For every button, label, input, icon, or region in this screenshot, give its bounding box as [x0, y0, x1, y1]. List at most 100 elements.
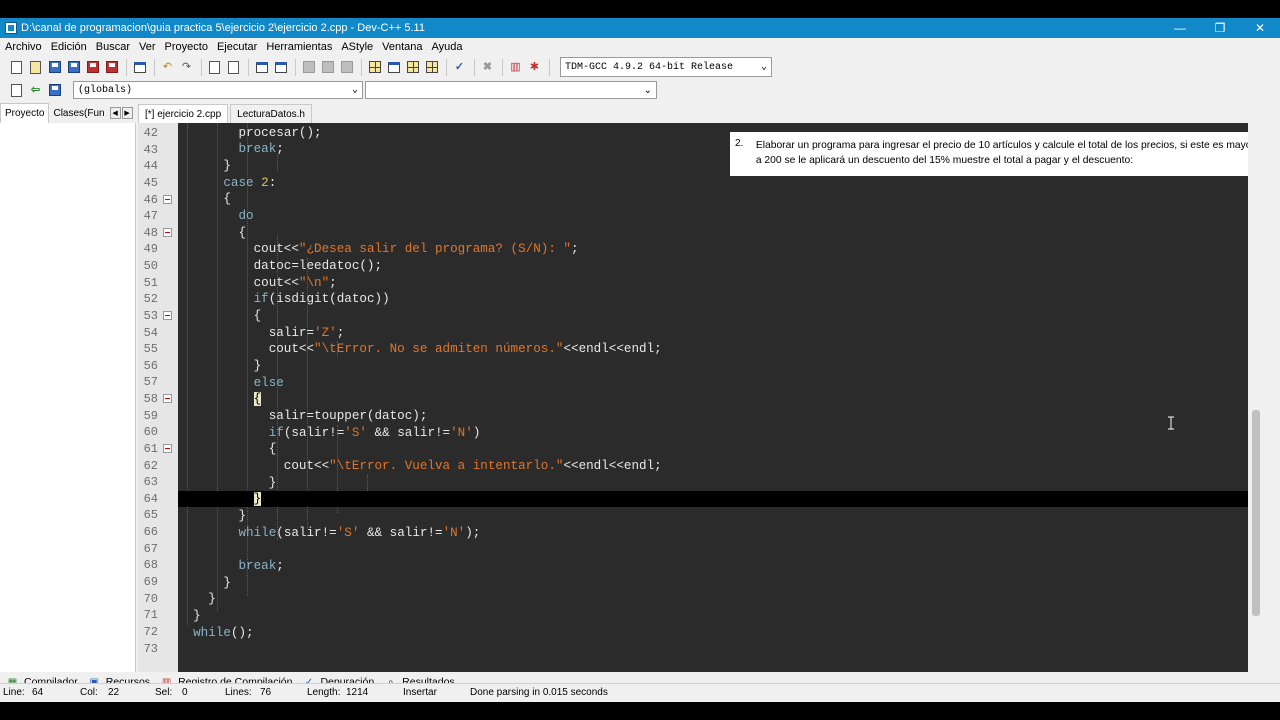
status-lines-label: Lines:	[225, 687, 252, 698]
title-bar: D:\canal de programacion\guia practica 5…	[0, 18, 1280, 38]
toolbar-separator	[295, 58, 296, 76]
compiler-select[interactable]: TDM-GCC 4.9.2 64-bit Release ⌄	[560, 57, 772, 77]
line-number: 49	[143, 242, 158, 257]
code-token: 'S'	[336, 526, 360, 540]
open-button[interactable]	[27, 59, 44, 76]
scrollbar-thumb[interactable]	[1252, 410, 1260, 616]
line-number: 57	[143, 375, 158, 390]
tab-lecturadatos-h[interactable]: LecturaDatos.h	[230, 104, 312, 123]
menu-ayuda[interactable]: Ayuda	[427, 41, 467, 53]
close-all-button[interactable]	[103, 59, 120, 76]
goto-button[interactable]: ⇦	[27, 82, 44, 99]
toggle-comment-button[interactable]	[338, 59, 355, 76]
compile-run-button[interactable]	[404, 59, 421, 76]
save-all-button[interactable]	[65, 59, 82, 76]
check-icon: ✓	[454, 60, 465, 73]
chart-icon: ▥	[510, 60, 521, 73]
redo-button[interactable]: ↷	[178, 59, 195, 76]
scope-select[interactable]: (globals) ⌄	[73, 81, 363, 99]
toggle-bookmark-button[interactable]	[272, 59, 289, 76]
tab-scroll-left-icon[interactable]: ◀	[109, 107, 121, 119]
toolbar-separator	[248, 58, 249, 76]
line-number: 43	[143, 142, 158, 157]
fold-collapse-icon[interactable]	[163, 310, 172, 320]
print-icon	[133, 61, 146, 73]
menu-ventana[interactable]: Ventana	[377, 41, 426, 53]
code-token: if	[268, 426, 284, 440]
status-sel-label: Sel:	[155, 687, 173, 698]
devcpp-window: D:\canal de programacion\guia practica 5…	[0, 18, 1280, 702]
function-select[interactable]: ⌄	[365, 81, 657, 99]
menu-herramientas[interactable]: Herramientas	[261, 41, 336, 53]
tab-clases[interactable]: Clases(Fun	[49, 103, 108, 123]
code-token: "\tError. Vuelva a intentarlo."	[329, 459, 564, 473]
compiler-select-value: TDM-GCC 4.9.2 64-bit Release	[565, 61, 734, 73]
indent-button[interactable]	[300, 59, 317, 76]
bookmark-list-icon	[48, 84, 61, 96]
code-area[interactable]: procesar(); break; } case 2: { do { cout…	[178, 123, 1264, 672]
bookmark-button[interactable]	[46, 82, 63, 99]
menu-proyecto[interactable]: Proyecto	[160, 41, 212, 53]
code-token: while	[193, 626, 231, 640]
rebuild-button[interactable]	[423, 59, 440, 76]
fold-collapse-icon[interactable]	[163, 227, 172, 237]
fold-collapse-icon[interactable]	[163, 194, 172, 204]
close-button[interactable]: ✕	[1240, 18, 1280, 38]
line-number: 69	[143, 575, 158, 589]
rebuild-icon	[425, 61, 438, 73]
editor-scrollbar[interactable]	[1248, 123, 1264, 672]
fold-collapse-icon[interactable]	[163, 394, 172, 404]
profile-button[interactable]: ▥	[507, 59, 524, 76]
line-number: 56	[143, 358, 158, 373]
code-line: cout<<"\n";	[178, 276, 337, 290]
debug-button[interactable]: ✱	[526, 59, 543, 76]
save-button[interactable]	[46, 59, 63, 76]
menu-edicion[interactable]: Edición	[46, 41, 91, 53]
line-number: 48	[143, 225, 158, 240]
line-number: 45	[143, 175, 158, 190]
code-line: if(salir!='S' && salir!='N')	[268, 426, 481, 440]
line-number: 54	[143, 325, 158, 340]
goto-line-button[interactable]	[253, 59, 270, 76]
close-file-button[interactable]	[84, 59, 101, 76]
code-line: do	[178, 208, 1264, 224]
line-number: 73	[143, 641, 158, 656]
menu-ejecutar[interactable]: Ejecutar	[212, 41, 261, 53]
project-panel[interactable]	[0, 123, 136, 672]
close-all-icon	[105, 61, 118, 73]
menu-ver[interactable]: Ver	[134, 41, 160, 53]
print-button[interactable]	[131, 59, 148, 76]
minimize-button[interactable]: —	[1160, 18, 1200, 38]
syntax-check-button[interactable]: ✓	[451, 59, 468, 76]
insert-button[interactable]	[8, 82, 25, 99]
maximize-button[interactable]: ❐	[1200, 18, 1240, 38]
find-button[interactable]	[206, 59, 223, 76]
tab-proyecto[interactable]: Proyecto	[0, 103, 50, 123]
fold-collapse-icon[interactable]	[163, 443, 172, 453]
code-line: while();	[193, 626, 254, 640]
tab-ejercicio-2-cpp[interactable]: [*] ejercicio 2.cpp	[138, 104, 229, 123]
code-line: cout<<"\tError. Vuelva a intentarlo."<<e…	[178, 459, 662, 473]
stop-button[interactable]: ✖	[479, 59, 496, 76]
line-number: 72	[143, 624, 158, 639]
chevron-down-icon: ⌄	[351, 85, 358, 96]
code-editor[interactable]: 42 43 44 45 46 47 48 49 50 51 52 53 54 55 56 57 58 59 60 61…	[138, 123, 1264, 672]
tab-scroll-right-icon[interactable]: ▶	[121, 107, 133, 119]
unindent-button[interactable]	[319, 59, 336, 76]
code-token: do	[238, 209, 254, 223]
menu-astyle[interactable]: AStyle	[336, 41, 377, 53]
code-line: case 2:	[223, 176, 277, 190]
compile-run-icon	[406, 61, 419, 73]
status-col: 22	[108, 687, 120, 698]
undo-button[interactable]: ↶	[159, 59, 176, 76]
menu-buscar[interactable]: Buscar	[91, 41, 134, 53]
new-file-button[interactable]	[8, 59, 25, 76]
replace-icon	[228, 60, 239, 74]
replace-button[interactable]	[225, 59, 242, 76]
menu-archivo[interactable]: Archivo	[0, 41, 46, 53]
compile-button[interactable]	[366, 59, 383, 76]
run-button[interactable]	[385, 59, 402, 76]
debug-icon: ✱	[529, 60, 540, 73]
